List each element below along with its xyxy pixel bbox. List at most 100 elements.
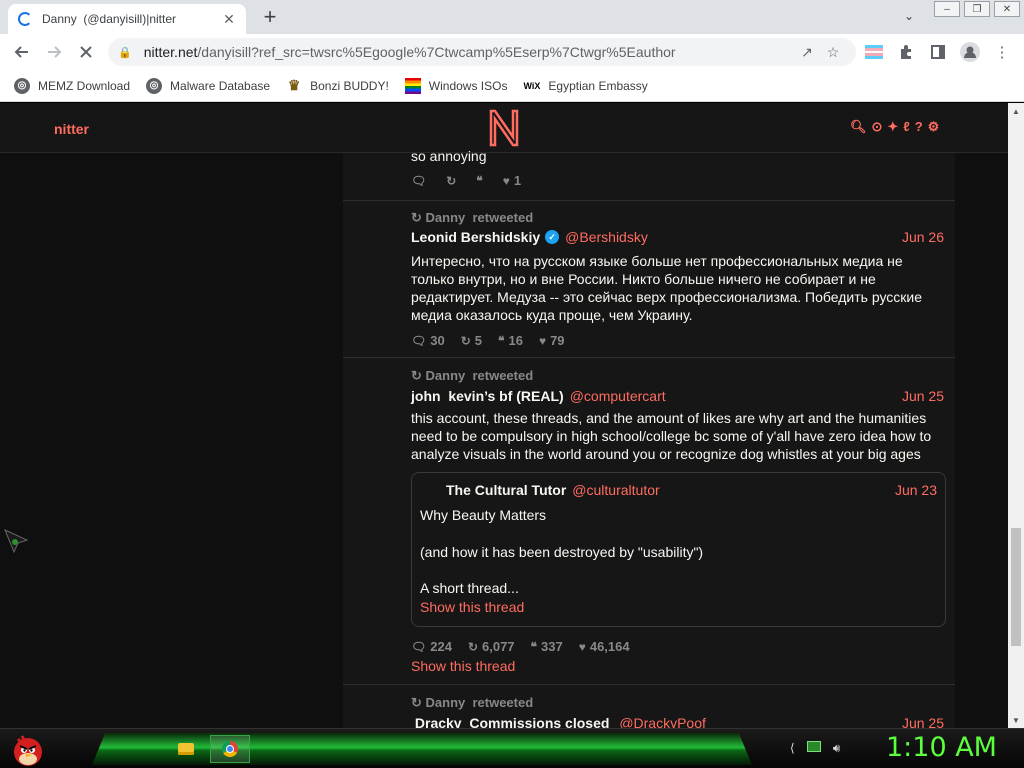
tweet-text: Интересно, что на русском языке больше н…	[411, 252, 941, 324]
tweet-date[interactable]: Jun 26	[902, 229, 944, 245]
tweet-author[interactable]: ⁣ Dracky ⁣ Commissions closed ⁣ @DrackyPo…	[411, 715, 706, 728]
quote-stat[interactable]: ❝	[476, 173, 486, 188]
bonzi-icon: ♛	[287, 77, 301, 93]
timeline-item[interactable]: so annoying 🗨︎ ↻ ❝ ♥ 1	[343, 148, 955, 201]
rainbow-flag-icon	[404, 77, 421, 94]
close-window-button[interactable]: ✕	[994, 1, 1020, 17]
timeline-item[interactable]: ↻ Danny ⁣⁣⁣⁣ retweeted Leonid Bershidski…	[343, 201, 955, 358]
tweet-line: need to be compulsory in high school/col…	[411, 428, 932, 444]
retweet-icon: ↻	[446, 173, 457, 188]
url-text[interactable]: nitter.net/danyisill?ref_src=twsrc%5Egoo…	[144, 44, 794, 60]
maximize-button[interactable]: ❐	[964, 1, 990, 17]
rss-icon[interactable]: ⊙	[872, 119, 883, 135]
author-name[interactable]: ⁣ Dracky ⁣ Commissions closed ⁣	[411, 715, 613, 728]
retweet-header-text: Danny ⁣⁣⁣⁣ retweeted	[425, 695, 534, 710]
web-page: nitter 🔍︎ ⊙ ✦ ℓ ? ⚙ so annoying 🗨︎ ↻ ❝ ♥…	[0, 103, 1008, 728]
scroll-down-arrow-icon[interactable]: ▼	[1008, 712, 1024, 728]
active-tab[interactable]: Danny ⁣⁣⁣⁣ (@danyisill)|nitter ✕	[8, 4, 246, 34]
retweet-icon: ↻	[460, 333, 471, 348]
reply-stat[interactable]: 🗨︎ 224	[411, 639, 452, 654]
bookmark-star-icon[interactable]: ☆	[820, 44, 846, 61]
taskbar-file-explorer[interactable]	[166, 735, 206, 763]
network-icon[interactable]	[806, 741, 821, 752]
retweet-stat[interactable]: ↻ 6,077	[468, 639, 515, 654]
timeline-item[interactable]: ↻ Danny ⁣⁣⁣⁣ retweeted john ⁣ kevin’s bf…	[343, 359, 955, 685]
author-name[interactable]: Leonid Bershidskiy	[411, 229, 540, 245]
volume-icon[interactable]: 🔊︎	[833, 741, 841, 756]
angry-bird-start-button-icon[interactable]	[8, 731, 48, 767]
address-bar[interactable]: 🔒 nitter.net/danyisill?ref_src=twsrc%5Eg…	[108, 38, 856, 66]
retweet-stat[interactable]: ↻ 5	[461, 333, 482, 348]
bookmark-malware-db[interactable]: ◎ Malware Database	[146, 77, 270, 94]
like-stat[interactable]: ♥ 46,164	[579, 639, 630, 654]
tray-chevron-icon[interactable]: ⟨	[790, 741, 795, 756]
tweet-stats: 🗨︎ 224 ↻ 6,077 ❝ 337 ♥ 46,164	[411, 639, 630, 654]
help-icon[interactable]: ?	[915, 119, 923, 135]
minimize-button[interactable]: –	[934, 1, 960, 17]
os-taskbar: ⟨ 🔊︎ 1:10 AM	[0, 728, 1024, 768]
nitter-logo-icon[interactable]	[487, 109, 521, 147]
quote-icon: ❝	[530, 639, 538, 654]
tab-close-icon[interactable]: ✕	[220, 10, 238, 28]
liberapay-icon[interactable]: ℓ	[903, 119, 909, 135]
quote-author[interactable]: The Cultural Tutor @culturaltutor	[446, 482, 660, 498]
author-handle[interactable]: @computercart	[570, 388, 666, 404]
scrollbar-thumb[interactable]	[1011, 528, 1021, 646]
stop-loading-button[interactable]	[72, 38, 100, 66]
quote-stat[interactable]: ❝ 16	[498, 333, 523, 348]
nitter-navbar: nitter 🔍︎ ⊙ ✦ ℓ ? ⚙	[0, 103, 1008, 153]
quoted-tweet[interactable]: The Cultural Tutor @culturaltutor Jun 23 …	[411, 472, 946, 627]
back-button[interactable]	[8, 38, 36, 66]
quote-date[interactable]: Jun 23	[895, 482, 937, 498]
timeline-item[interactable]: ↻ Danny ⁣⁣⁣⁣ retweeted ⁣ Dracky ⁣ Commis…	[343, 686, 955, 728]
lock-icon[interactable]: 🔒	[118, 46, 132, 59]
like-count: 1	[513, 173, 522, 188]
side-panel-icon[interactable]	[926, 40, 950, 64]
show-thread-link[interactable]: Show this thread	[411, 658, 515, 674]
quote-count: 337	[541, 639, 563, 654]
retweet-icon: ↻	[411, 695, 426, 710]
taskbar-clock[interactable]: 1:10 AM	[886, 732, 997, 763]
author-handle[interactable]: @Bershidsky	[565, 229, 648, 245]
reply-stat[interactable]: 🗨︎ 30	[411, 333, 445, 348]
author-handle[interactable]: @DrackyPoof	[619, 715, 706, 728]
new-tab-button[interactable]: +	[258, 4, 282, 29]
tweet-author[interactable]: Leonid Bershidskiy ✓ @Bershidsky	[411, 229, 648, 245]
forward-button[interactable]	[40, 38, 68, 66]
share-icon[interactable]: ↗	[794, 44, 820, 61]
taskbar-chrome[interactable]	[210, 735, 250, 763]
reply-icon: 🗨︎	[411, 639, 427, 654]
site-brand-link[interactable]: nitter	[54, 121, 89, 137]
tweet-author[interactable]: john ⁣ kevin’s bf (REAL) @computercart	[411, 388, 666, 404]
scroll-up-arrow-icon[interactable]: ▲	[1008, 103, 1024, 119]
profile-extension-icon[interactable]	[862, 40, 886, 64]
like-stat[interactable]: ♥ 79	[539, 333, 565, 348]
search-icon[interactable]: 🔍︎	[850, 119, 867, 135]
tweet-stats: 🗨︎ ↻ ❝ ♥ 1	[411, 173, 521, 188]
tab-search-icon[interactable]: ⌄	[904, 9, 914, 23]
quote-author-name[interactable]: The Cultural Tutor	[446, 482, 566, 498]
quote-stat[interactable]: ❝ 337	[531, 639, 563, 654]
twitter-bird-icon[interactable]: ✦	[887, 119, 898, 135]
tweet-text: this account, these threads, and the amo…	[411, 409, 951, 463]
tweet-date[interactable]: Jun 25	[902, 715, 944, 728]
quote-show-thread-link[interactable]: Show this thread	[420, 599, 524, 615]
settings-gear-icon[interactable]: ⚙	[928, 119, 940, 135]
tweet-date[interactable]: Jun 25	[902, 388, 944, 404]
bookmark-bonzi[interactable]: ♛ Bonzi BUDDY!	[286, 77, 389, 94]
page-scrollbar[interactable]: ▲ ▼	[1008, 103, 1024, 728]
mouse-cursor-icon	[4, 529, 29, 554]
quote-text-line: Why Beauty Matters	[420, 507, 547, 523]
profile-avatar-icon[interactable]	[958, 40, 982, 64]
like-stat[interactable]: ♥ 1	[503, 173, 521, 188]
verified-badge-icon: ✓	[545, 230, 560, 244]
reply-stat[interactable]: 🗨︎	[411, 173, 430, 188]
retweet-stat[interactable]: ↻	[446, 173, 460, 188]
author-name[interactable]: john ⁣ kevin’s bf (REAL)	[411, 388, 564, 404]
bookmark-memz[interactable]: ◎ MEMZ Download	[14, 77, 130, 94]
bookmark-egyptian-embassy[interactable]: WiX Egyptian Embassy	[523, 78, 647, 94]
bookmark-windows-isos[interactable]: Windows ISOs	[404, 77, 507, 94]
extensions-puzzle-icon[interactable]	[894, 40, 918, 64]
quote-author-handle[interactable]: @culturaltutor	[572, 482, 659, 498]
menu-kebab-icon[interactable]: ⋮	[990, 40, 1014, 64]
